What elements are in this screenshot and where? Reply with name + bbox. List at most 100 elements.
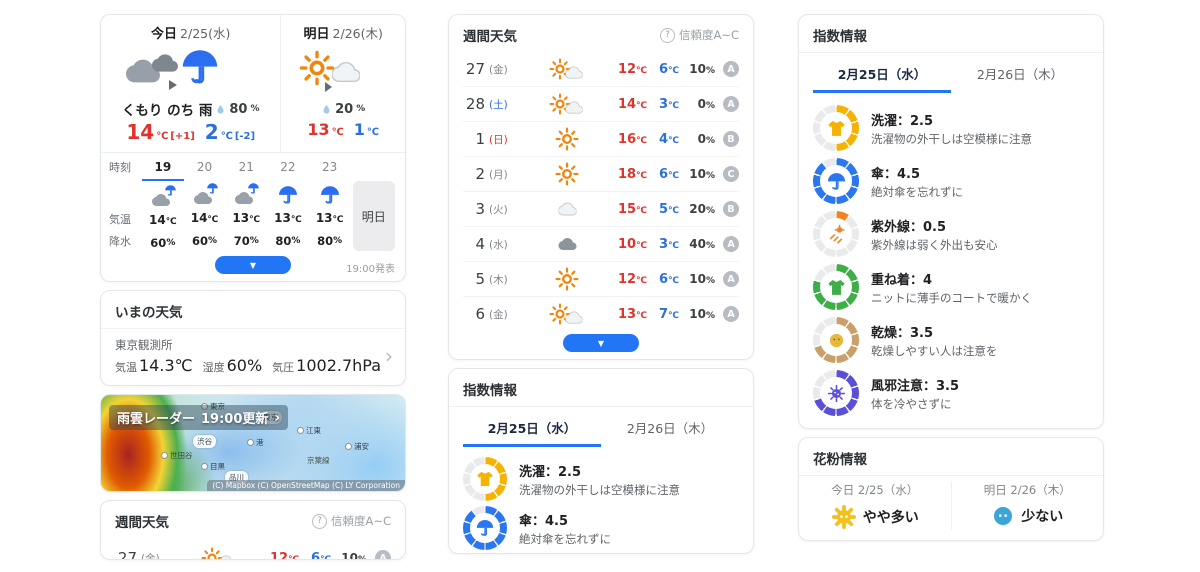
deg-unit: ℃ — [166, 217, 177, 227]
index-item-umbrella[interactable]: 傘：4.5 絶対傘を忘れずに — [813, 158, 1089, 204]
tab-tomorrow[interactable]: 2月26日（木） — [601, 409, 739, 447]
pressure-label: 気圧 — [272, 359, 294, 375]
virus-icon — [813, 370, 859, 416]
sun-cloud-icon — [521, 92, 613, 116]
hour-column-21[interactable]: 21 13℃ 70% — [225, 155, 267, 253]
weekly-row[interactable]: 28 (土) 14℃ 3℃ 0% A — [463, 86, 739, 121]
tab-today[interactable]: 2月25日（水） — [813, 55, 951, 93]
deg-unit: ℃ — [291, 215, 302, 225]
index-item-desc: 体を冷やさずに — [871, 396, 959, 412]
today-low-diff: [-2] — [235, 131, 255, 142]
umbrella-score-donut — [463, 506, 507, 550]
hour-temp: 13 — [274, 211, 291, 225]
cloud-icon — [521, 200, 613, 218]
index-item-layering[interactable]: 重ね着：4 ニットに薄手のコートで暖かく — [813, 264, 1089, 310]
sun-icon — [521, 127, 613, 151]
weekly-row[interactable]: 4 (水) 10℃ 3℃ 40% A — [463, 226, 739, 261]
row-day: (月) — [489, 167, 521, 182]
row-date: 27 — [463, 60, 485, 78]
hour-column-22[interactable]: 22 13℃ 80% — [267, 155, 309, 253]
confidence-badge: A — [723, 96, 739, 112]
index-item-umbrella[interactable]: 傘：4.5 絶対傘を忘れずに — [463, 506, 739, 550]
map-attribution: (C) Mapbox (C) OpenStreetMap (C) LY Corp… — [207, 480, 405, 491]
humidity-value: 60% — [227, 356, 263, 375]
row-low: 6 — [659, 167, 668, 182]
weekly-row[interactable]: 1 (日) 16℃ 4℃ 0% B — [463, 121, 739, 156]
hour-column-20[interactable]: 20 14℃ 60% — [184, 155, 226, 253]
row-date: 5 — [463, 270, 485, 288]
confidence-help[interactable]: ? 信頼度A~C — [660, 27, 739, 43]
pop-row-label: 降水 — [109, 231, 131, 251]
chevron-right-icon: › — [274, 410, 280, 426]
hourly-tomorrow-box[interactable]: 明日 — [353, 181, 395, 251]
cloud-umbrella-icon — [192, 182, 218, 208]
question-icon: ? — [660, 28, 675, 43]
today-date: 2/25(水) — [180, 26, 230, 41]
pollen-today-date: 今日 2/25（水） — [831, 482, 918, 498]
chevron-right-icon[interactable]: › — [385, 346, 393, 366]
expand-hourly-button[interactable]: ▼ — [215, 256, 291, 274]
weekly-row[interactable]: 5 (木) 12℃ 6℃ 10% A — [463, 261, 739, 296]
transition-arrow-icon — [325, 82, 332, 92]
index-title-row: 指数情報 — [799, 15, 1103, 53]
pollen-tomorrow-date: 明日 2/26（木） — [984, 482, 1071, 498]
row-low: 7 — [659, 307, 668, 322]
today-forecast-card: 今日2/25(水) くもり のち 雨 80% 14 ℃ [+1] — [100, 14, 406, 282]
index-item-dryness[interactable]: 乾燥：3.5 乾燥しやすい人は注意を — [813, 317, 1089, 363]
row-date: 1 — [463, 130, 485, 148]
tab-tomorrow[interactable]: 2月26日（木） — [951, 55, 1089, 93]
umbrella-icon — [813, 158, 859, 204]
hour-column-19[interactable]: 19 14℃ 60% — [142, 155, 184, 253]
rain-radar-card[interactable]: 東京 東京 江東 渋谷 港 世田谷 目黒 品川 浦安 京葉線 雨雲レーダー 19… — [100, 394, 406, 492]
tab-today[interactable]: 2月25日（水） — [463, 409, 601, 447]
hour-column-23[interactable]: 23 13℃ 80% — [309, 155, 351, 253]
weekly-row[interactable]: 27 (金) 12℃ 6℃ 10% A — [463, 52, 739, 86]
today-condition-line: くもり のち 雨 80% — [107, 98, 274, 120]
pollen-body: 今日 2/25（水） やや多い 明日 2/26（木） 少ない — [799, 478, 1103, 540]
tomorrow-pop-line: 20% — [287, 98, 399, 120]
today-high: 14 — [126, 120, 154, 144]
weather-app-page: { "ui": {"expand_arrow": "▼", "chevron":… — [0, 0, 1200, 572]
confidence-badge: A — [723, 236, 739, 252]
index-item-label: 傘：4.5 — [871, 163, 963, 182]
tomorrow-label: 明日 — [304, 27, 330, 42]
pollen-few-icon — [991, 504, 1015, 528]
row-high: 12 — [618, 272, 636, 287]
hourly-tomorrow-column[interactable]: 明日 — [350, 155, 397, 253]
index-item-laundry[interactable]: 洗濯：2.5 洗濯物の外干しは空模様に注意 — [463, 457, 739, 501]
radar-title-overlay[interactable]: 雨雲レーダー 19:00更新 › — [109, 405, 288, 430]
hour-temp: 14 — [149, 213, 166, 227]
transition-arrow-icon — [169, 80, 177, 90]
index-item-uv[interactable]: 紫外線：0.5 紫外線は弱く外出も安心 — [813, 211, 1089, 257]
hour-header[interactable]: 23 — [309, 155, 351, 179]
index-item-cold-caution[interactable]: 風邪注意：3.5 体を冷やさずに — [813, 370, 1089, 416]
uv-icon — [813, 211, 859, 257]
row-high: 16 — [618, 132, 636, 147]
weekly-row[interactable]: 2 (月) 18℃ 6℃ 10% C — [463, 156, 739, 191]
hour-header[interactable]: 21 — [225, 155, 267, 179]
index-title: 指数情報 — [813, 25, 867, 45]
question-icon: ? — [312, 514, 327, 529]
hour-header[interactable]: 22 — [267, 155, 309, 179]
hour-temp: 13 — [316, 211, 333, 225]
hour-header[interactable]: 19 — [142, 155, 184, 181]
pollen-title: 花粉情報 — [813, 448, 867, 468]
hour-pop: 80 — [275, 234, 291, 248]
weekly-row[interactable]: 3 (火) 15℃ 5℃ 20% B — [463, 191, 739, 226]
weekly-row[interactable]: 27 (金) 12℃ 6℃ 10% A — [115, 538, 391, 560]
current-weather-row[interactable]: 東京観測所 気温 14.3℃ 湿度 60% 気圧 1002.7hPa › — [101, 331, 405, 385]
row-low: 4 — [659, 132, 668, 147]
row-date: 2 — [463, 165, 485, 183]
hour-temp: 14 — [191, 211, 208, 225]
hour-header[interactable]: 20 — [184, 155, 226, 179]
percent-unit: % — [208, 236, 217, 246]
weekly-forecast-card-left: 週間天気 ? 信頼度A~C 27 (金) 12℃ 6℃ 10% A 28 (土)… — [100, 500, 406, 560]
expand-weekly-button[interactable]: ▼ — [563, 334, 639, 352]
today-pop: 80 — [229, 102, 247, 117]
today-forecast[interactable]: 今日2/25(水) くもり のち 雨 80% 14 ℃ [+1] — [101, 15, 281, 152]
weekly-row[interactable]: 6 (金) 13℃ 7℃ 10% A — [463, 296, 739, 331]
index-item-laundry[interactable]: 洗濯：2.5 洗濯物の外干しは空模様に注意 — [813, 105, 1089, 151]
confidence-help[interactable]: ? 信頼度A~C — [312, 513, 391, 529]
cloud-icon-small — [149, 50, 181, 76]
tomorrow-forecast[interactable]: 明日2/26(木) 20% 13 ℃ 1 ℃ — [281, 15, 405, 152]
